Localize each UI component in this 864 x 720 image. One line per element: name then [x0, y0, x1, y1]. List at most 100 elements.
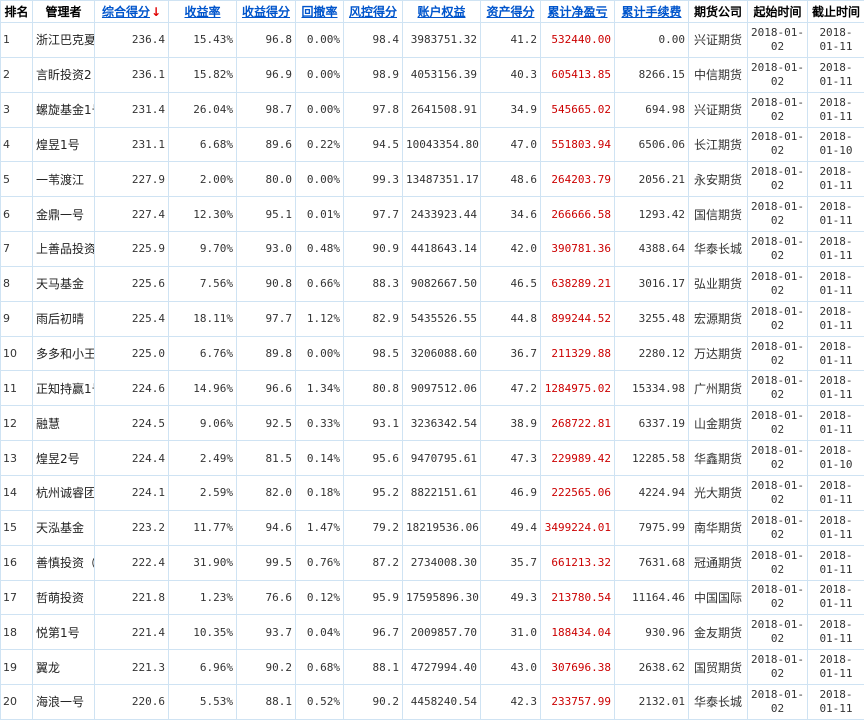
cell-risk-score: 95.6	[344, 441, 403, 476]
cell-return-score: 98.7	[237, 92, 296, 127]
cell-equity: 9082667.50	[403, 266, 481, 301]
cell-drawdown: 0.04%	[296, 615, 344, 650]
table-row[interactable]: 1浙江巴克夏236.415.43%96.80.00%98.43983751.32…	[1, 23, 864, 58]
cell-fees: 6506.06	[615, 127, 689, 162]
cell-total-score: 227.9	[95, 162, 169, 197]
table-row[interactable]: 19翼龙221.36.96%90.20.68%88.14727994.4043.…	[1, 650, 864, 685]
cell-company: 兴证期货	[689, 23, 748, 58]
cell-net-profit: 264203.79	[541, 162, 615, 197]
table-row[interactable]: 9雨后初晴225.418.11%97.71.12%82.95435526.554…	[1, 301, 864, 336]
cell-equity: 2734008.30	[403, 545, 481, 580]
cell-start-time: 2018-01-02	[748, 371, 808, 406]
cell-end-time: 2018-01-11	[808, 580, 864, 615]
cell-drawdown: 0.33%	[296, 406, 344, 441]
cell-rank: 10	[1, 336, 33, 371]
cell-total-score: 224.6	[95, 371, 169, 406]
cell-drawdown: 0.14%	[296, 441, 344, 476]
cell-end-time: 2018-01-11	[808, 371, 864, 406]
col-fees-header[interactable]: 累计手续费	[615, 1, 689, 23]
cell-rank: 7	[1, 232, 33, 267]
table-row[interactable]: 6金鼎一号227.412.30%95.10.01%97.72433923.443…	[1, 197, 864, 232]
cell-fees: 11164.46	[615, 580, 689, 615]
col-return-score-header[interactable]: 收益得分	[237, 1, 296, 23]
cell-return-score: 97.7	[237, 301, 296, 336]
cell-manager: 螺旋基金1号	[33, 92, 95, 127]
cell-return-score: 76.6	[237, 580, 296, 615]
col-return-rate-header[interactable]: 收益率	[169, 1, 237, 23]
cell-company: 光大期货	[689, 475, 748, 510]
cell-asset-score: 47.2	[481, 371, 541, 406]
cell-fees: 930.96	[615, 615, 689, 650]
cell-total-score: 221.4	[95, 615, 169, 650]
cell-fees: 1293.42	[615, 197, 689, 232]
col-total-score-header[interactable]: 综合得分↓	[95, 1, 169, 23]
cell-risk-score: 94.5	[344, 127, 403, 162]
cell-drawdown: 0.00%	[296, 162, 344, 197]
cell-equity: 3983751.32	[403, 23, 481, 58]
cell-return-score: 96.9	[237, 57, 296, 92]
cell-asset-score: 46.5	[481, 266, 541, 301]
cell-return-score: 95.1	[237, 197, 296, 232]
table-row[interactable]: 17哲萌投资221.81.23%76.60.12%95.917595896.30…	[1, 580, 864, 615]
cell-fees: 2638.62	[615, 650, 689, 685]
cell-asset-score: 44.8	[481, 301, 541, 336]
cell-net-profit: 1284975.02	[541, 371, 615, 406]
table-row[interactable]: 18悦第1号221.410.35%93.70.04%96.72009857.70…	[1, 615, 864, 650]
cell-return-score: 94.6	[237, 510, 296, 545]
table-row[interactable]: 11正知持赢1号224.614.96%96.61.34%80.89097512.…	[1, 371, 864, 406]
cell-return-rate: 7.56%	[169, 266, 237, 301]
cell-end-time: 2018-01-11	[808, 545, 864, 580]
cell-return-rate: 2.49%	[169, 441, 237, 476]
cell-manager: 煌昱2号	[33, 441, 95, 476]
col-drawdown-header[interactable]: 回撤率	[296, 1, 344, 23]
cell-rank: 5	[1, 162, 33, 197]
table-row[interactable]: 10多多和小王225.06.76%89.80.00%98.53206088.60…	[1, 336, 864, 371]
cell-fees: 4224.94	[615, 475, 689, 510]
cell-risk-score: 88.1	[344, 650, 403, 685]
cell-drawdown: 0.12%	[296, 580, 344, 615]
cell-net-profit: 211329.88	[541, 336, 615, 371]
cell-company: 华鑫期货	[689, 441, 748, 476]
col-asset-score-header[interactable]: 资产得分	[481, 1, 541, 23]
table-row[interactable]: 13煌昱2号224.42.49%81.50.14%95.69470795.614…	[1, 441, 864, 476]
table-row[interactable]: 20海浪一号220.65.53%88.10.52%90.24458240.544…	[1, 685, 864, 720]
cell-asset-score: 40.3	[481, 57, 541, 92]
table-row[interactable]: 14杭州诚睿团队224.12.59%82.00.18%95.28822151.6…	[1, 475, 864, 510]
table-row[interactable]: 8天马基金225.67.56%90.80.66%88.39082667.5046…	[1, 266, 864, 301]
cell-net-profit: 229989.42	[541, 441, 615, 476]
cell-fees: 15334.98	[615, 371, 689, 406]
cell-end-time: 2018-01-11	[808, 232, 864, 267]
table-row[interactable]: 7上善品投资225.99.70%93.00.48%90.94418643.144…	[1, 232, 864, 267]
cell-risk-score: 95.2	[344, 475, 403, 510]
cell-fees: 7631.68	[615, 545, 689, 580]
cell-equity: 4053156.39	[403, 57, 481, 92]
cell-drawdown: 0.18%	[296, 475, 344, 510]
cell-return-score: 96.6	[237, 371, 296, 406]
cell-fees: 4388.64	[615, 232, 689, 267]
col-risk-score-header[interactable]: 风控得分	[344, 1, 403, 23]
table-row[interactable]: 15天泓基金223.211.77%94.61.47%79.218219536.0…	[1, 510, 864, 545]
table-row[interactable]: 16善慎投资（222.431.90%99.50.76%87.22734008.3…	[1, 545, 864, 580]
total-score-label: 综合得分	[102, 5, 150, 19]
cell-company: 山金期货	[689, 406, 748, 441]
cell-risk-score: 98.4	[344, 23, 403, 58]
cell-total-score: 231.1	[95, 127, 169, 162]
cell-asset-score: 31.0	[481, 615, 541, 650]
cell-asset-score: 43.0	[481, 650, 541, 685]
table-row[interactable]: 12融慧224.59.06%92.50.33%93.13236342.5438.…	[1, 406, 864, 441]
cell-return-rate: 9.70%	[169, 232, 237, 267]
cell-rank: 1	[1, 23, 33, 58]
table-row[interactable]: 4煌昱1号231.16.68%89.60.22%94.510043354.804…	[1, 127, 864, 162]
col-equity-header[interactable]: 账户权益	[403, 1, 481, 23]
table-row[interactable]: 3螺旋基金1号231.426.04%98.70.00%97.82641508.9…	[1, 92, 864, 127]
cell-rank: 20	[1, 685, 33, 720]
col-net-profit-header[interactable]: 累计净盈亏	[541, 1, 615, 23]
cell-start-time: 2018-01-02	[748, 615, 808, 650]
cell-end-time: 2018-01-10	[808, 441, 864, 476]
cell-start-time: 2018-01-02	[748, 336, 808, 371]
cell-manager: 哲萌投资	[33, 580, 95, 615]
cell-drawdown: 1.12%	[296, 301, 344, 336]
table-row[interactable]: 5一苇渡江227.92.00%80.00.00%99.313487351.174…	[1, 162, 864, 197]
cell-asset-score: 36.7	[481, 336, 541, 371]
table-row[interactable]: 2言盺投资2236.115.82%96.90.00%98.94053156.39…	[1, 57, 864, 92]
